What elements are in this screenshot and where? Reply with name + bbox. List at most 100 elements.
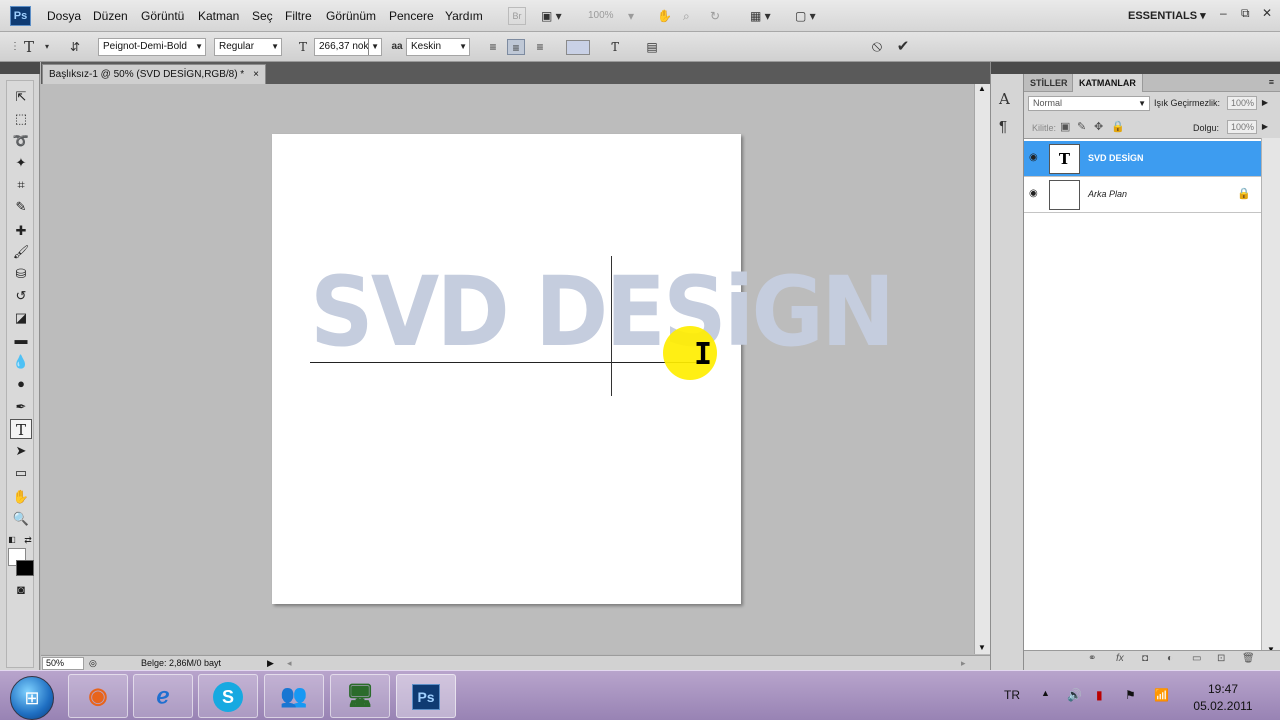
rotate-view-icon[interactable]: ↻: [710, 7, 720, 25]
link-layers-icon[interactable]: ⚭: [1088, 653, 1096, 664]
taskbar-photoshop[interactable]: Ps: [396, 674, 456, 718]
menu-select[interactable]: Seç: [252, 9, 273, 23]
commit-edit-icon[interactable]: ✔: [894, 39, 912, 55]
blend-mode-select[interactable]: Normal ▼: [1028, 96, 1150, 111]
gradient-tool-icon[interactable]: ▬: [10, 330, 32, 350]
zoom-tool-icon[interactable]: ⌕: [683, 7, 690, 25]
layer-row-text[interactable]: ◉ T SVD DESİGN: [1024, 141, 1261, 177]
text-orientation-icon[interactable]: ⇵: [66, 39, 84, 55]
layers-panel-header[interactable]: [1024, 62, 1280, 74]
eyedropper-tool-icon[interactable]: ✎: [10, 197, 32, 217]
screen-mode-icon[interactable]: ▢ ▾: [795, 7, 816, 25]
zoom-tool-icon[interactable]: 🔍: [10, 509, 32, 529]
antialias-select[interactable]: Keskin ▼: [406, 38, 470, 56]
menu-layer[interactable]: Katman: [198, 9, 239, 23]
fill-field[interactable]: 100%: [1227, 120, 1257, 134]
lock-image-icon[interactable]: ✎: [1077, 120, 1086, 133]
restore-button[interactable]: ⧉: [1241, 6, 1250, 21]
taskbar-internet-explorer[interactable]: ℯ: [133, 674, 193, 718]
lasso-tool-icon[interactable]: ➰: [10, 131, 32, 151]
eye-icon[interactable]: ◉: [1029, 188, 1038, 199]
panel-menu-icon[interactable]: ≡: [1269, 77, 1274, 87]
hand-tool-icon[interactable]: ✋: [657, 7, 672, 25]
menu-filter[interactable]: Filtre: [285, 9, 312, 23]
paragraph-panel-icon[interactable]: ¶: [999, 118, 1007, 135]
adjustment-layer-icon[interactable]: ◐: [1167, 653, 1173, 664]
close-button[interactable]: ✕: [1262, 6, 1272, 20]
minimize-button[interactable]: –: [1220, 6, 1227, 20]
arrange-documents-icon[interactable]: ▦ ▾: [750, 7, 771, 25]
character-panel-icon[interactable]: ▤: [643, 39, 661, 55]
status-menu-arrow-icon[interactable]: ▶: [267, 656, 274, 670]
magic-wand-tool-icon[interactable]: ✦: [10, 153, 32, 173]
scroll-right-icon[interactable]: ▸: [961, 656, 966, 670]
cancel-edit-icon[interactable]: ⦸: [868, 39, 886, 55]
eraser-tool-icon[interactable]: ◪: [10, 308, 32, 328]
language-indicator[interactable]: TR: [1004, 688, 1020, 702]
new-layer-icon[interactable]: ⊡: [1217, 653, 1225, 664]
layer-row-background[interactable]: ◉ Arka Plan 🔒: [1024, 177, 1261, 213]
workspace-switcher[interactable]: ESSENTIALS ▾: [1128, 9, 1206, 22]
align-left-icon[interactable]: ≡: [484, 39, 502, 55]
document-tab[interactable]: Başlıksız-1 @ 50% (SVD DESİGN,RGB/8) * ×: [42, 64, 266, 84]
brush-tool-icon[interactable]: 🖌: [10, 242, 32, 262]
scroll-up-icon[interactable]: ▲: [978, 84, 986, 93]
move-tool-icon[interactable]: ⇱: [10, 87, 32, 107]
align-right-icon[interactable]: ≡: [531, 39, 549, 55]
blur-tool-icon[interactable]: 💧: [10, 352, 32, 372]
tools-panel-header[interactable]: [0, 62, 40, 74]
crop-tool-icon[interactable]: ⌗: [10, 175, 32, 195]
collapsed-panels-header[interactable]: [991, 62, 1025, 74]
scroll-left-icon[interactable]: ◂: [287, 656, 292, 670]
canvas-vertical-scrollbar[interactable]: ▲ ▼: [974, 84, 990, 654]
taskbar-messenger[interactable]: 👥: [264, 674, 324, 718]
swap-colors-icon[interactable]: ⇄: [22, 530, 34, 550]
text-color-swatch[interactable]: [566, 40, 590, 55]
menu-image[interactable]: Görüntü: [141, 9, 184, 23]
show-hidden-icons-icon[interactable]: ▲: [1041, 688, 1050, 698]
pen-tool-icon[interactable]: ✒: [10, 397, 32, 417]
canvas-text-layer[interactable]: SVD DESiGN: [310, 262, 895, 362]
type-tool-icon[interactable]: T: [10, 419, 32, 439]
history-brush-tool-icon[interactable]: ↺: [10, 286, 32, 306]
menu-help[interactable]: Yardım: [445, 9, 483, 23]
marquee-tool-icon[interactable]: ⬚: [10, 109, 32, 129]
delete-layer-icon[interactable]: 🗑: [1242, 653, 1255, 664]
zoom-level-dropdown[interactable]: 100%: [588, 7, 614, 25]
layer-mask-icon[interactable]: ◘: [1142, 653, 1148, 664]
tool-preset-picker[interactable]: T: [20, 39, 38, 55]
tool-preset-arrow-icon[interactable]: ▾: [38, 39, 56, 55]
eye-icon[interactable]: ◉: [1029, 152, 1038, 163]
font-size-field[interactable]: 266,37 nok ▼: [314, 38, 382, 56]
power-icon[interactable]: ▮: [1096, 688, 1103, 702]
taskbar-firefox[interactable]: ◉: [68, 674, 128, 718]
quick-mask-icon[interactable]: ◙: [10, 580, 32, 600]
warp-text-icon[interactable]: Ƭ: [606, 39, 624, 55]
clock[interactable]: 19:47 05.02.2011: [1186, 681, 1260, 715]
menu-edit[interactable]: Düzen: [93, 9, 128, 23]
zoom-dropdown-arrow-icon[interactable]: ▾: [628, 7, 634, 25]
opacity-arrow-icon[interactable]: ▶: [1260, 96, 1270, 110]
close-tab-icon[interactable]: ×: [253, 65, 259, 84]
default-colors-icon[interactable]: ◧: [6, 530, 18, 550]
zoom-field[interactable]: 50%: [42, 657, 84, 670]
font-family-select[interactable]: Peignot-Demi-Bold ▼: [98, 38, 206, 56]
healing-brush-tool-icon[interactable]: ✚: [10, 221, 32, 241]
taskbar-network-app[interactable]: 🖥: [330, 674, 390, 718]
layers-scrollbar[interactable]: ▼: [1261, 138, 1280, 656]
network-icon[interactable]: 📶: [1154, 688, 1169, 702]
path-selection-tool-icon[interactable]: ➤: [10, 441, 32, 461]
menu-view[interactable]: Görünüm: [326, 9, 376, 23]
scroll-down-icon[interactable]: ▼: [978, 643, 986, 652]
lock-position-icon[interactable]: ✥: [1094, 120, 1103, 133]
character-panel-icon[interactable]: A: [999, 90, 1010, 108]
view-extras-icon[interactable]: ▣ ▾: [541, 7, 562, 25]
lock-transparent-icon[interactable]: ▣: [1060, 120, 1070, 133]
new-group-icon[interactable]: ▭: [1192, 653, 1201, 664]
status-options-icon[interactable]: ◎: [89, 656, 97, 670]
action-center-icon[interactable]: ⚑: [1125, 688, 1136, 702]
taskbar-skype[interactable]: S: [198, 674, 258, 718]
shape-tool-icon[interactable]: ▭: [10, 463, 32, 483]
hand-tool-icon[interactable]: ✋: [10, 487, 32, 507]
tab-layers[interactable]: KATMANLAR: [1072, 74, 1143, 92]
